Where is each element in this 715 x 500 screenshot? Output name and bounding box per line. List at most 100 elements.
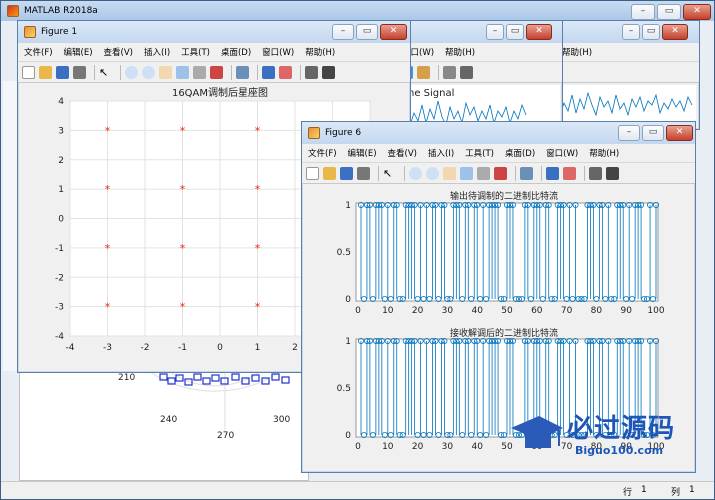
zoom-in-icon[interactable] xyxy=(125,65,138,79)
brush-icon[interactable] xyxy=(210,65,223,79)
y-tick-label: -2 xyxy=(55,273,64,283)
y-tick-label: 0 xyxy=(58,215,64,225)
polar-tick-210: 210 xyxy=(118,373,135,383)
figure6-minimize-button[interactable]: – xyxy=(618,125,640,141)
constellation-point: * xyxy=(105,301,111,314)
figure1-menu-window[interactable]: 窗口(W) xyxy=(262,46,294,58)
data-cursor-icon[interactable] xyxy=(193,65,206,79)
figure-back-menu-help[interactable]: 帮助(H) xyxy=(562,46,592,58)
pointer-icon[interactable]: ↖ xyxy=(99,66,112,79)
link-plot-icon[interactable] xyxy=(520,166,533,180)
figure-middle-minimize-button[interactable]: – xyxy=(486,24,504,40)
pointer-icon[interactable]: ↖ xyxy=(383,167,396,180)
matlab-titlebar: MATLAB R2018a xyxy=(1,1,714,21)
hide-tools-icon[interactable] xyxy=(305,65,318,79)
figure6-menu-insert[interactable]: 插入(I) xyxy=(428,147,454,159)
x-tick-label: 0 xyxy=(355,306,361,316)
figure1-close-button[interactable]: ✕ xyxy=(380,24,407,40)
figure1-menu-tools[interactable]: 工具(T) xyxy=(181,46,210,58)
colorbar-icon[interactable] xyxy=(262,65,275,79)
figure6-maximize-button[interactable]: ▭ xyxy=(642,125,664,141)
toolbar-icon[interactable] xyxy=(443,65,456,79)
figure1-menu-edit[interactable]: 编辑(E) xyxy=(64,46,93,58)
legend-icon[interactable] xyxy=(279,65,292,79)
figure6-menu-tools[interactable]: 工具(T) xyxy=(465,147,494,159)
open-folder-icon[interactable] xyxy=(323,166,336,180)
y-tick-label: 0.5 xyxy=(337,248,351,258)
bottom-stem-title: 接收解调后的二进制比特流 xyxy=(450,327,558,339)
legend-icon[interactable] xyxy=(563,166,576,180)
matlab-minimize-button[interactable]: – xyxy=(631,4,655,20)
zoom-out-icon[interactable] xyxy=(426,166,439,180)
status-col-value: 1 xyxy=(689,485,695,495)
print-icon[interactable] xyxy=(73,65,86,79)
y-tick-label: 4 xyxy=(58,97,64,107)
save-icon[interactable] xyxy=(56,65,69,79)
hide-tools-icon[interactable] xyxy=(589,166,602,180)
constellation-point: * xyxy=(180,301,186,314)
x-tick-label: 60 xyxy=(531,306,543,316)
show-tools-icon[interactable] xyxy=(606,166,619,180)
y-tick-label: 0 xyxy=(345,431,351,441)
figure1-menu-desktop[interactable]: 桌面(D) xyxy=(221,46,251,58)
figure-back-maximize-button[interactable]: ▭ xyxy=(642,24,660,40)
constellation-point: * xyxy=(180,183,186,196)
constellation-point: * xyxy=(180,124,186,137)
figure-back-close-button[interactable]: ✕ xyxy=(662,24,688,40)
toolbar-icon[interactable] xyxy=(417,65,430,79)
pan-icon[interactable] xyxy=(159,65,172,79)
figure6-menu-help[interactable]: 帮助(H) xyxy=(589,147,619,159)
figure6-close-button[interactable]: ✕ xyxy=(666,125,693,141)
new-figure-icon[interactable] xyxy=(306,166,319,180)
rotate-icon[interactable] xyxy=(176,65,189,79)
figure1-minimize-button[interactable]: – xyxy=(332,24,354,40)
figure1-maximize-button[interactable]: ▭ xyxy=(356,24,378,40)
zoom-in-icon[interactable] xyxy=(409,166,422,180)
matlab-close-button[interactable]: ✕ xyxy=(683,4,711,20)
figure6-menu-file[interactable]: 文件(F) xyxy=(308,147,337,159)
figure6-menu-desktop[interactable]: 桌面(D) xyxy=(505,147,535,159)
figure-middle-toolbar xyxy=(396,61,562,83)
open-folder-icon[interactable] xyxy=(39,65,52,79)
figure6-menu-edit[interactable]: 编辑(E) xyxy=(348,147,377,159)
figure1-menu-file[interactable]: 文件(F) xyxy=(24,46,53,58)
figure-back-minimize-button[interactable]: – xyxy=(622,24,640,40)
figure1-menu-help[interactable]: 帮助(H) xyxy=(305,46,335,58)
figure6-menu-window[interactable]: 窗口(W) xyxy=(546,147,578,159)
figure1-toolbar: ↖ xyxy=(18,61,410,83)
x-tick-label: -1 xyxy=(178,343,187,353)
figure-window-middle[interactable]: – ▭ ✕ 窗口(W) 帮助(H) ne Signal xyxy=(395,20,563,130)
brush-icon[interactable] xyxy=(494,166,507,180)
link-plot-icon[interactable] xyxy=(236,65,249,79)
save-icon[interactable] xyxy=(340,166,353,180)
x-tick-label: 1 xyxy=(255,343,261,353)
y-tick-label: 3 xyxy=(58,126,64,136)
zoom-out-icon[interactable] xyxy=(142,65,155,79)
figure-middle-maximize-button[interactable]: ▭ xyxy=(506,24,524,40)
y-tick-label: 1 xyxy=(345,201,351,211)
print-icon[interactable] xyxy=(357,166,370,180)
pan-icon[interactable] xyxy=(443,166,456,180)
show-tools-icon[interactable] xyxy=(322,65,335,79)
data-cursor-icon[interactable] xyxy=(477,166,490,180)
top-stem-title: 输出待调制的二进制比特流 xyxy=(450,190,558,202)
watermark-site: Biguo100.com xyxy=(575,444,664,457)
constellation-point: * xyxy=(105,242,111,255)
figure1-menu-view[interactable]: 查看(V) xyxy=(104,46,133,58)
figure-window-back[interactable]: – ▭ ✕ 帮助(H) xyxy=(555,20,700,130)
x-tick-label: 70 xyxy=(561,306,573,316)
figure6-menu-view[interactable]: 查看(V) xyxy=(388,147,417,159)
matlab-status-bar: 行 1 列 1 xyxy=(1,481,714,499)
figure1-menu-insert[interactable]: 插入(I) xyxy=(144,46,170,58)
figure-middle-menu-help[interactable]: 帮助(H) xyxy=(445,46,475,58)
matlab-title: MATLAB R2018a xyxy=(24,6,98,16)
y-tick-label: 2 xyxy=(58,156,64,166)
matlab-maximize-button[interactable]: ▭ xyxy=(657,4,681,20)
colorbar-icon[interactable] xyxy=(546,166,559,180)
figure-middle-close-button[interactable]: ✕ xyxy=(526,24,552,40)
figure-icon xyxy=(308,127,320,139)
rotate-icon[interactable] xyxy=(460,166,473,180)
new-figure-icon[interactable] xyxy=(22,65,35,79)
toolbar-icon[interactable] xyxy=(460,65,473,79)
x-tick-label: 40 xyxy=(471,306,483,316)
